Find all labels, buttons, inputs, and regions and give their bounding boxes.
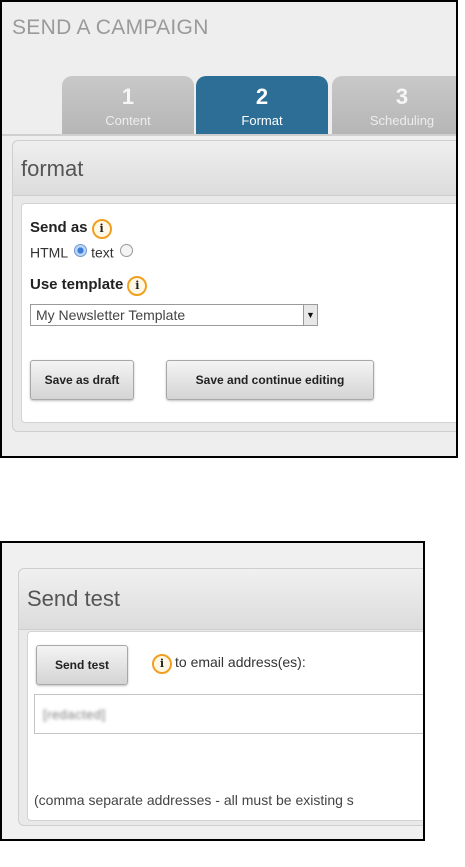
- save-and-continue-button[interactable]: Save and continue editing: [166, 360, 374, 400]
- section-title: format: [21, 156, 84, 181]
- send-test-form: Send test i to email address(es): [redact…: [27, 631, 423, 821]
- tabs-divider: [2, 134, 456, 136]
- tab-label: Content: [105, 113, 151, 128]
- use-template-text: Use template: [30, 276, 124, 293]
- to-email-label: i to email address(es):: [152, 654, 306, 674]
- email-address-value: [redacted]: [43, 707, 106, 722]
- info-icon[interactable]: i: [152, 654, 172, 674]
- template-select[interactable]: My Newsletter Template ▼: [30, 304, 318, 326]
- dropdown-arrow-icon[interactable]: ▼: [303, 305, 317, 325]
- radio-html[interactable]: [74, 243, 88, 257]
- send-test-section: Send test Send test i to email address(es…: [18, 568, 423, 826]
- send-as-text: Send as: [30, 219, 88, 236]
- send-as-label: Send as i: [30, 219, 112, 239]
- info-icon[interactable]: i: [91, 219, 112, 239]
- send-as-options: HTML text: [30, 243, 137, 260]
- info-icon[interactable]: i: [127, 276, 148, 296]
- tab-scheduling[interactable]: 3 Scheduling: [332, 76, 456, 134]
- section-header: Send test: [19, 569, 423, 630]
- tab-format[interactable]: 2 Format: [196, 76, 328, 134]
- email-hint-text: (comma separate addresses - all must be …: [34, 792, 354, 808]
- tab-number: 2: [255, 84, 269, 109]
- tab-content[interactable]: 1 Content: [62, 76, 194, 134]
- send-campaign-panel: SEND A CAMPAIGN 1 Content 2 Format 3 Sch…: [0, 0, 458, 458]
- tab-label: Format: [241, 113, 283, 128]
- page-title: SEND A CAMPAIGN: [12, 16, 209, 39]
- use-template-label: Use template i: [30, 276, 148, 296]
- format-form: Send as i HTML text Use template i My Newsl…: [21, 203, 456, 423]
- to-email-text: to email address(es):: [175, 654, 306, 670]
- template-select-value: My Newsletter Template: [36, 307, 186, 323]
- format-section: format Send as i HTML text Use template i M…: [12, 140, 456, 432]
- radio-html-label: HTML: [30, 244, 69, 261]
- tab-label: Scheduling: [369, 113, 435, 128]
- tab-number: 3: [395, 84, 409, 109]
- email-address-input[interactable]: [redacted]: [34, 694, 423, 734]
- radio-text-label: text: [91, 244, 114, 261]
- send-test-button[interactable]: Send test: [36, 645, 128, 685]
- radio-text[interactable]: [119, 243, 133, 257]
- send-test-panel: Send test Send test i to email address(es…: [0, 541, 425, 841]
- section-title: Send test: [27, 586, 120, 611]
- save-as-draft-button[interactable]: Save as draft: [30, 360, 134, 400]
- tab-number: 1: [121, 84, 135, 109]
- section-header: format: [13, 141, 456, 196]
